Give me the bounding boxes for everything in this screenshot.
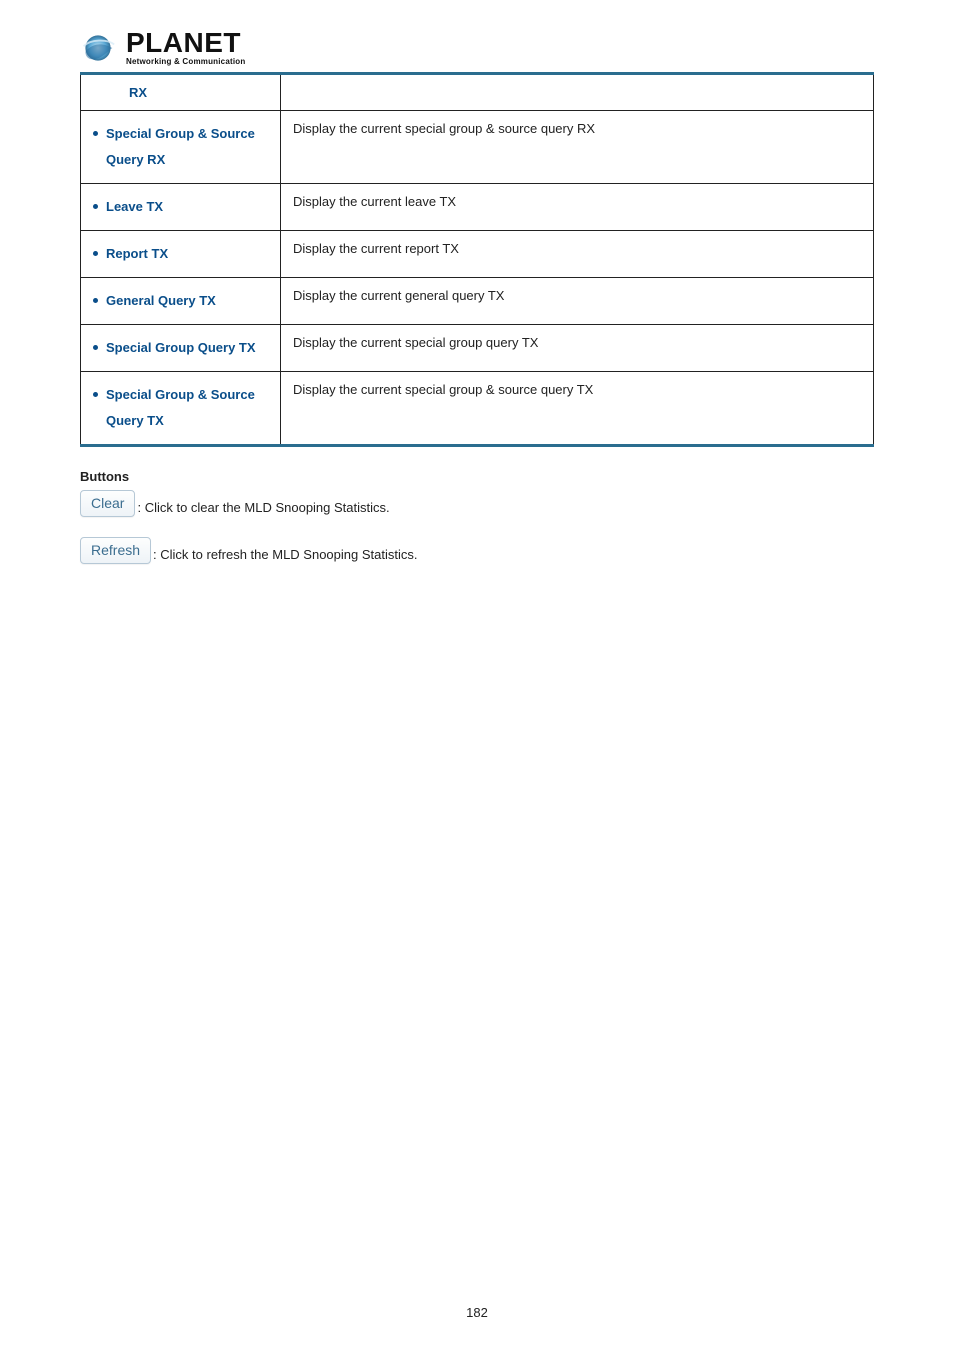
buttons-heading: Buttons: [80, 469, 874, 484]
bullet-icon: [93, 298, 98, 303]
row-desc: Display the current special group query …: [281, 325, 874, 372]
bullet-icon: [93, 392, 98, 397]
table-row: Leave TX Display the current leave TX: [81, 184, 874, 231]
row-label: General Query TX: [106, 288, 216, 314]
bullet-icon: [93, 345, 98, 350]
row-label: Special Group Query TX: [106, 335, 256, 361]
refresh-button-desc: : Click to refresh the MLD Snooping Stat…: [153, 547, 417, 564]
table-row: Special Group & Source Query RX Display …: [81, 111, 874, 184]
brand-name: PLANET: [126, 30, 245, 57]
row-label: Leave TX: [106, 194, 163, 220]
table-row: General Query TX Display the current gen…: [81, 278, 874, 325]
table-row: Special Group Query TX Display the curre…: [81, 325, 874, 372]
bottom-rule: [80, 444, 874, 447]
page-number: 182: [0, 1305, 954, 1320]
table-row: Special Group & Source Query TX Display …: [81, 372, 874, 445]
planet-swirl-icon: [80, 30, 116, 66]
row-label-rx: RX: [93, 85, 268, 100]
table-row: Report TX Display the current report TX: [81, 231, 874, 278]
clear-button[interactable]: Clear: [80, 490, 135, 517]
row-desc: Display the current special group & sour…: [281, 111, 874, 184]
bullet-icon: [93, 251, 98, 256]
row-desc: Display the current report TX: [281, 231, 874, 278]
brand-text-block: PLANET Networking & Communication: [126, 30, 245, 66]
table-row: RX: [81, 75, 874, 111]
row-label: Special Group & Source Query TX: [106, 382, 268, 434]
row-desc: Display the current leave TX: [281, 184, 874, 231]
clear-button-line: Clear : Click to clear the MLD Snooping …: [80, 490, 874, 517]
clear-button-desc: : Click to clear the MLD Snooping Statis…: [137, 500, 389, 517]
refresh-button-line: Refresh : Click to refresh the MLD Snoop…: [80, 537, 874, 564]
row-label: Report TX: [106, 241, 168, 267]
brand-tagline: Networking & Communication: [126, 57, 245, 66]
row-desc: [281, 75, 874, 111]
bullet-icon: [93, 131, 98, 136]
row-desc: Display the current general query TX: [281, 278, 874, 325]
row-label: Special Group & Source Query RX: [106, 121, 268, 173]
row-desc: Display the current special group & sour…: [281, 372, 874, 445]
statistics-table: RX Special Group & Source Query RX Displ…: [80, 75, 874, 444]
bullet-icon: [93, 204, 98, 209]
refresh-button[interactable]: Refresh: [80, 537, 151, 564]
page-root: PLANET Networking & Communication RX Spe…: [0, 0, 954, 1350]
brand-logo: PLANET Networking & Communication: [80, 30, 874, 66]
